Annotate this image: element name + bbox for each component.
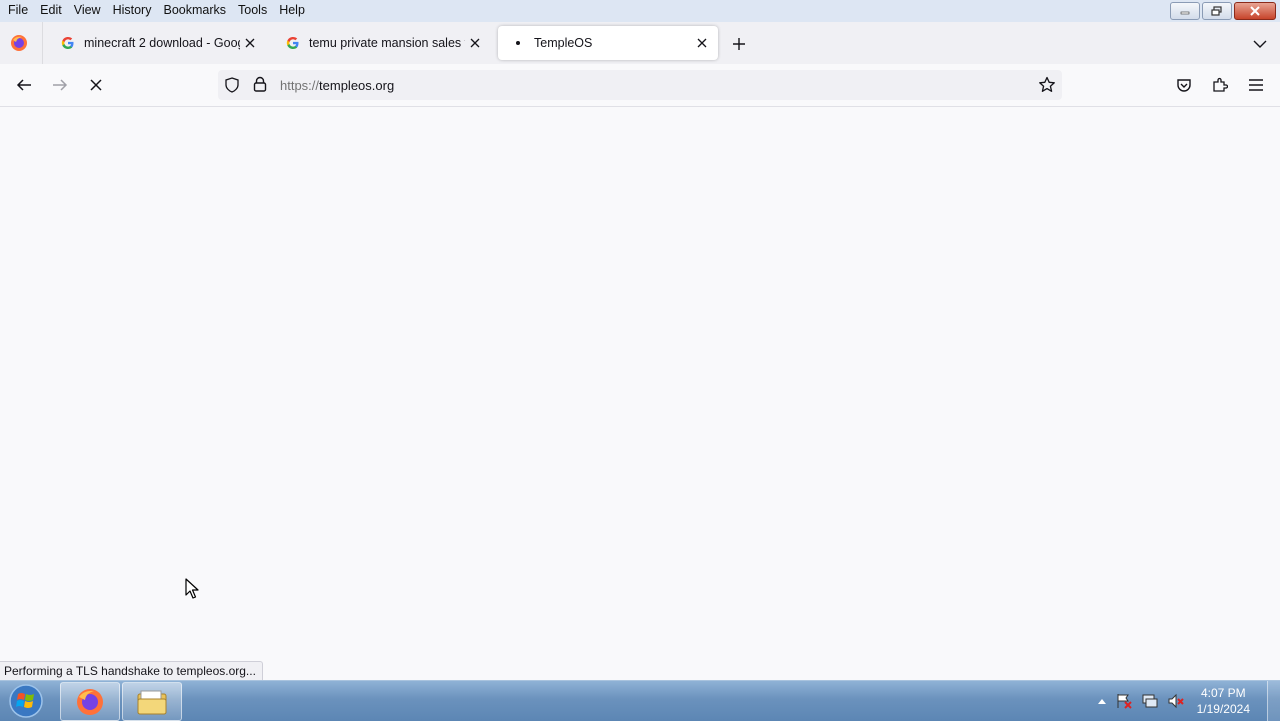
tab-close-button[interactable] — [240, 33, 260, 53]
list-all-tabs-button[interactable] — [1250, 34, 1270, 54]
close-icon — [697, 38, 707, 48]
app-menu-button[interactable] — [1244, 73, 1268, 97]
restore-icon — [1211, 6, 1222, 16]
close-icon — [470, 38, 480, 48]
show-desktop-button[interactable] — [1267, 681, 1280, 721]
hamburger-menu-icon — [1249, 79, 1263, 91]
menu-view[interactable]: View — [68, 0, 107, 20]
url-host: templeos.org — [319, 78, 395, 93]
tab-minecraft[interactable]: minecraft 2 download - Google — [48, 26, 266, 60]
bookmark-star-icon[interactable] — [1038, 76, 1056, 97]
tab-close-button[interactable] — [465, 33, 485, 53]
close-icon — [1250, 6, 1260, 16]
tab-title: minecraft 2 download - Google — [84, 36, 240, 50]
google-icon — [60, 35, 76, 51]
menu-tools[interactable]: Tools — [232, 0, 273, 20]
close-icon — [245, 38, 255, 48]
menu-history[interactable]: History — [107, 0, 158, 20]
back-button[interactable] — [12, 73, 36, 97]
window-controls — [1170, 2, 1276, 20]
arrow-right-icon — [53, 79, 68, 91]
status-panel: Performing a TLS handshake to templeos.o… — [0, 661, 263, 681]
google-icon — [285, 35, 301, 51]
file-explorer-icon — [137, 690, 167, 714]
volume-muted-icon[interactable] — [1167, 692, 1185, 710]
chevron-down-icon — [1253, 40, 1267, 48]
show-hidden-icons-icon[interactable] — [1097, 697, 1107, 705]
taskbar-file-explorer[interactable] — [122, 682, 182, 721]
forward-button[interactable] — [48, 73, 72, 97]
tracking-protection-shield-icon[interactable] — [224, 77, 240, 96]
restore-button[interactable] — [1202, 2, 1232, 20]
pocket-icon — [1177, 78, 1191, 92]
clock[interactable]: 4:07 PM 1/19/2024 — [1197, 685, 1250, 717]
firefox-view-icon[interactable] — [10, 34, 28, 52]
puzzle-piece-icon — [1213, 77, 1228, 92]
taskbar-firefox[interactable] — [60, 682, 120, 721]
loading-dot-icon — [510, 35, 526, 51]
minimize-button[interactable] — [1170, 2, 1200, 20]
menu-bookmarks[interactable]: Bookmarks — [157, 0, 232, 20]
stop-x-icon — [90, 79, 102, 91]
url-protocol: https:// — [280, 78, 320, 93]
close-window-button[interactable] — [1234, 2, 1276, 20]
tab-temu[interactable]: temu private mansion sales for — [273, 26, 491, 60]
address-bar[interactable]: https://templeos.org — [218, 70, 1062, 100]
firefox-icon — [77, 688, 103, 715]
action-center-flag-icon[interactable] — [1115, 692, 1133, 710]
new-tab-button[interactable] — [729, 34, 749, 54]
menu-edit[interactable]: Edit — [34, 0, 68, 20]
tab-strip: minecraft 2 download - Google temu priva… — [0, 22, 1280, 64]
menu-bar: File Edit View History Bookmarks Tools H… — [2, 0, 311, 20]
tab-title: temu private mansion sales for — [309, 36, 465, 50]
tab-templeos[interactable]: TempleOS — [498, 26, 718, 60]
tab-separator — [42, 22, 43, 64]
navigation-toolbar: https://templeos.org — [0, 64, 1280, 107]
start-button[interactable] — [4, 682, 48, 720]
lock-icon[interactable] — [253, 76, 267, 96]
pocket-button[interactable] — [1172, 73, 1196, 97]
clock-date: 1/19/2024 — [1196, 702, 1250, 716]
minimize-icon — [1180, 11, 1190, 15]
menu-help[interactable]: Help — [273, 0, 311, 20]
system-tray: 4:07 PM 1/19/2024 — [1097, 681, 1250, 721]
taskbar: 4:07 PM 1/19/2024 — [0, 680, 1280, 721]
tab-title: TempleOS — [534, 36, 593, 50]
network-icon[interactable] — [1141, 692, 1159, 710]
windows-logo-icon — [9, 684, 43, 718]
plus-icon — [733, 38, 745, 50]
arrow-left-icon — [16, 79, 31, 91]
title-bar: File Edit View History Bookmarks Tools H… — [0, 0, 1280, 22]
tab-close-button[interactable] — [692, 33, 712, 53]
clock-time: 4:07 PM — [1200, 686, 1246, 700]
menu-file[interactable]: File — [2, 0, 34, 20]
mouse-cursor-icon — [185, 578, 199, 603]
url-text[interactable]: https://templeos.org — [280, 78, 394, 93]
extensions-button[interactable] — [1208, 73, 1232, 97]
stop-button[interactable] — [84, 73, 108, 97]
